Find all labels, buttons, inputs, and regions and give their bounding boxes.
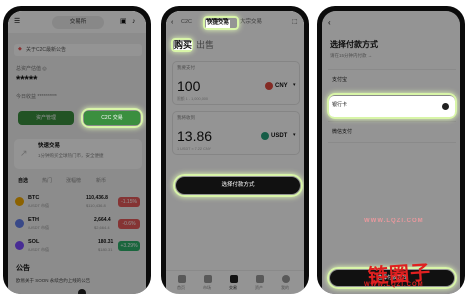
gift-icon[interactable]: ▣ — [120, 18, 127, 25]
home-indicator — [78, 289, 86, 294]
notice-text: 关于C2C最新公告 — [26, 46, 67, 53]
chevron-down-icon: ▾ — [293, 82, 296, 88]
side-sell[interactable]: 出售 — [196, 41, 214, 50]
tab-favorites[interactable]: 自选 — [18, 179, 28, 184]
coin-symbol: SOL — [28, 239, 40, 245]
payment-screen: ‹ 选择付款方式 请在15分钟内付款 → 支付宝 银行卡 微信支付 银行卡 选择… — [322, 11, 460, 294]
phone-payment-method: ‹ 选择付款方式 请在15分钟内付款 → 支付宝 银行卡 微信支付 银行卡 选择… — [317, 6, 465, 294]
coin-row-sol[interactable]: SOL /USDT 市值 180.31 $180.31 +3.29% — [14, 237, 142, 257]
coin-sub: /USDT 市值 — [28, 203, 50, 208]
balance-masked: ***** — [16, 74, 38, 86]
coin-sub: /USDT 市值 — [28, 225, 50, 230]
pnl-label: 今日收益 ********** — [16, 94, 57, 100]
market-icon[interactable] — [204, 275, 212, 283]
usdt-icon — [261, 132, 269, 140]
bell-icon[interactable]: ♪ — [132, 18, 136, 25]
receive-currency[interactable]: USDT — [271, 133, 287, 139]
coin-row-eth[interactable]: ETH /USDT 市值 2,664.4 $2,664.4 -0.6% — [14, 215, 142, 235]
asset-manage-button[interactable]: 资产管理 — [18, 111, 74, 125]
exchange-switch[interactable]: 交易所 — [52, 16, 104, 29]
coin-price-sub: $2,664.4 — [94, 225, 110, 230]
option-alipay[interactable]: 支付宝 — [328, 69, 456, 91]
coin-sub: /USDT 市值 — [28, 247, 50, 252]
notice-icon: ◆ — [18, 46, 22, 52]
chart-icon: ↗ — [20, 148, 28, 158]
option-label: 支付宝 — [332, 77, 348, 83]
option-label: 微信支付 — [332, 129, 353, 135]
home-header: ☰ 交易所 ▣ ♪ — [8, 11, 146, 33]
back-icon[interactable]: ‹ — [171, 19, 173, 26]
phone-quick-trade: ‹ C2C 快捷交易 大宗交易 ⬚ 购买 出售 我要支付 100 CNY ▾ 限… — [161, 6, 309, 294]
watermark-url: WWW.LQZI.COM — [364, 282, 424, 288]
coin-symbol: ETH — [28, 217, 39, 223]
coin-price: 2,664.4 — [94, 217, 111, 223]
share-icon[interactable]: ⬚ — [292, 19, 298, 25]
pay-limit: 限额 1 - 1,000,000 — [177, 97, 209, 101]
assets-icon[interactable] — [256, 275, 264, 283]
change-badge: -0.6% — [118, 219, 140, 229]
announce-text[interactable]: 欧易关于 SOON 永续合约上线的公告 — [16, 278, 90, 284]
option-bank-card-lit[interactable]: 银行卡 — [329, 96, 455, 117]
tab-hot[interactable]: 热门 — [42, 179, 52, 184]
payment-title: 选择付款方式 — [330, 40, 378, 49]
quick-trade-title: 快速交易 — [38, 143, 61, 149]
chevron-down-icon: ▾ — [293, 132, 296, 138]
home-screen: ☰ 交易所 ▣ ♪ ◆ 关于C2C最新公告 总资产估值 ◎ ***** 今日收益… — [8, 11, 146, 294]
home-icon[interactable] — [178, 275, 186, 283]
tab-label: 首页 — [177, 285, 185, 290]
coin-price-sub: $180.31 — [98, 247, 113, 252]
quick-trade-screen: ‹ C2C 快捷交易 大宗交易 ⬚ 购买 出售 我要支付 100 CNY ▾ 限… — [166, 11, 304, 294]
payment-subtitle: 请在15分钟内付款 → — [330, 53, 373, 58]
pay-label: 我要支付 — [177, 65, 195, 70]
phone-home: ☰ 交易所 ▣ ♪ ◆ 关于C2C最新公告 总资产估值 ◎ ***** 今日收益… — [3, 6, 151, 294]
cny-icon — [265, 82, 273, 90]
pay-currency[interactable]: CNY — [275, 83, 288, 89]
coin-price-sub: $110,436.8 — [86, 203, 106, 208]
coin-row-btc[interactable]: BTC /USDT 市值 110,436.8 $110,436.8 -1.15% — [14, 193, 142, 213]
eth-icon — [15, 219, 24, 228]
sol-icon — [15, 241, 24, 250]
announce-title: 公告 — [16, 265, 30, 272]
receive-label: 我将收到 — [177, 115, 195, 120]
tab-gainers[interactable]: 涨幅榜 — [66, 179, 81, 184]
notice-bar[interactable]: ◆ 关于C2C最新公告 — [14, 44, 142, 56]
total-assets-label: 总资产估值 ◎ — [16, 66, 47, 72]
tab-block-trade[interactable]: 大宗交易 — [240, 19, 262, 26]
side-buy-lit[interactable]: 购买 — [174, 41, 193, 50]
back-icon[interactable]: ‹ — [328, 19, 331, 27]
btc-icon — [15, 197, 24, 206]
tab-label: 市场 — [203, 285, 211, 290]
change-badge: -1.15% — [118, 197, 140, 207]
rate-text: 1 USDT ≈ 7.22 CNY — [177, 147, 212, 151]
coin-price: 110,436.8 — [86, 195, 108, 201]
tab-label: 我的 — [281, 285, 289, 290]
tab-label: 交易 — [229, 285, 237, 290]
receive-amount: 13.86 — [177, 128, 213, 144]
pay-amount[interactable]: 100 — [177, 79, 200, 93]
receive-field[interactable]: 我将收到 13.86 USDT ▾ 1 USDT ≈ 7.22 CNY — [172, 111, 300, 155]
option-wechat[interactable]: 微信支付 — [328, 121, 456, 143]
tab-label: 资产 — [255, 285, 263, 290]
selected-check-icon — [442, 103, 449, 110]
quick-trade-card[interactable]: ↗ 快速交易 1分钟购买全球热门币，安全便捷 — [14, 139, 142, 169]
c2c-trade-button-lit[interactable]: C2C 交易 — [84, 111, 140, 125]
pay-field[interactable]: 我要支付 100 CNY ▾ 限额 1 - 1,000,000 — [172, 61, 300, 105]
choose-payment-button[interactable]: 选择付款方式 — [176, 177, 300, 194]
watermark-url-faint: WWW.LQZI.COM — [364, 218, 424, 224]
coin-price: 180.31 — [98, 239, 114, 245]
coin-symbol: BTC — [28, 195, 40, 201]
tab-new[interactable]: 新币 — [96, 179, 106, 184]
quick-trade-desc: 1分钟购买全球热门币，安全便捷 — [38, 153, 104, 158]
option-label: 银行卡 — [332, 102, 348, 108]
tab-c2c[interactable]: C2C — [181, 19, 192, 26]
bottom-tabbar: 首页 市场 交易 资产 我的 — [166, 270, 304, 294]
menu-icon[interactable]: ☰ — [14, 18, 20, 25]
trade-icon[interactable] — [230, 275, 238, 283]
tab-quick-trade-lit[interactable]: 快捷交易 — [206, 20, 231, 28]
profile-icon[interactable] — [282, 275, 290, 283]
change-badge: +3.29% — [118, 241, 140, 251]
